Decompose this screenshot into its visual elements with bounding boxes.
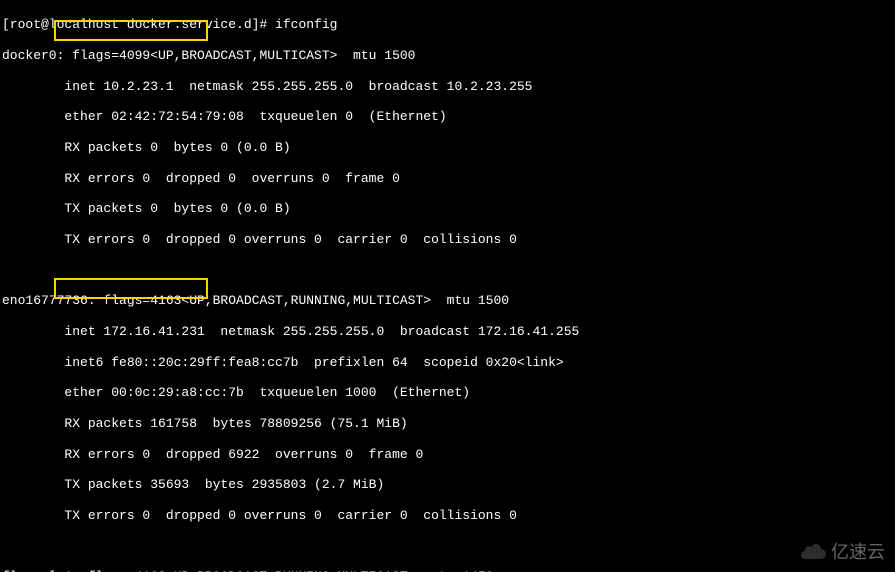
docker0-inet: inet 10.2.23.1 netmask 255.255.255.0 bro… [2,79,893,94]
eno-rx-packets: RX packets 161758 bytes 78809256 (75.1 M… [2,416,893,431]
blank-line [2,538,893,553]
blank-line [2,263,893,278]
eno-rx-errors: RX errors 0 dropped 6922 overruns 0 fram… [2,447,893,462]
eno-header: eno16777736: flags=4163<UP,BROADCAST,RUN… [2,293,893,308]
docker0-ether: ether 02:42:72:54:79:08 txqueuelen 0 (Et… [2,109,893,124]
terminal-output[interactable]: [root@localhost docker.service.d]# ifcon… [0,0,895,572]
cloud-icon [801,541,827,564]
shell-prompt: [root@localhost docker.service.d]# ifcon… [2,17,893,32]
eno-tx-errors: TX errors 0 dropped 0 overruns 0 carrier… [2,508,893,523]
eno-ether: ether 00:0c:29:a8:cc:7b txqueuelen 1000 … [2,385,893,400]
eno-inet6: inet6 fe80::20c:29ff:fea8:cc7b prefixlen… [2,355,893,370]
docker0-rx-errors: RX errors 0 dropped 0 overruns 0 frame 0 [2,171,893,186]
eno-inet: inet 172.16.41.231 netmask 255.255.255.0… [2,324,893,339]
eno-tx-packets: TX packets 35693 bytes 2935803 (2.7 MiB) [2,477,893,492]
watermark-text: 亿速云 [831,542,885,563]
docker0-tx-packets: TX packets 0 bytes 0 (0.0 B) [2,201,893,216]
docker0-tx-errors: TX errors 0 dropped 0 overruns 0 carrier… [2,232,893,247]
watermark: 亿速云 [801,541,885,564]
docker0-header: docker0: flags=4099<UP,BROADCAST,MULTICA… [2,48,893,63]
docker0-rx-packets: RX packets 0 bytes 0 (0.0 B) [2,140,893,155]
